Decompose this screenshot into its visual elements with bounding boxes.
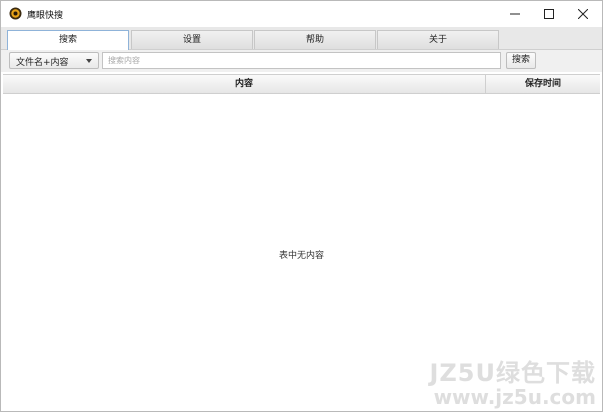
empty-table-message: 表中无内容 xyxy=(278,251,324,261)
close-button[interactable] xyxy=(566,1,600,27)
tab-bar: 搜索 设置 帮助 关于 xyxy=(1,27,602,50)
watermark: JZ5U绿色下载 www.jz5u.com xyxy=(429,361,596,407)
close-icon xyxy=(578,9,588,19)
minimize-button[interactable] xyxy=(498,1,532,27)
search-mode-value: 文件名+内容 xyxy=(16,58,69,68)
results-table-header: 内容 保存时间 xyxy=(3,74,600,94)
tab-help[interactable]: 帮助 xyxy=(254,30,376,49)
tab-search[interactable]: 搜索 xyxy=(7,30,129,50)
search-toolbar: 文件名+内容 搜索 xyxy=(1,50,602,72)
minimize-icon xyxy=(510,13,520,15)
maximize-icon xyxy=(544,9,554,19)
app-logo-icon xyxy=(9,7,22,20)
watermark-brand: JZ5U绿色下载 xyxy=(429,359,596,387)
chevron-down-icon xyxy=(86,59,92,63)
search-input[interactable] xyxy=(102,52,501,69)
watermark-url: www.jz5u.com xyxy=(433,385,596,409)
app-window: 鹰眼快搜 搜索 设置 帮助 关于 文件名+内容 搜索内容 搜索 内容 保存时间 … xyxy=(0,0,603,412)
search-mode-select[interactable]: 文件名+内容 xyxy=(9,52,99,69)
column-header-content[interactable]: 内容 xyxy=(3,75,486,93)
title-bar[interactable]: 鹰眼快搜 xyxy=(1,1,602,27)
tab-settings[interactable]: 设置 xyxy=(131,30,253,49)
maximize-button[interactable] xyxy=(532,1,566,27)
window-title: 鹰眼快搜 xyxy=(27,11,64,21)
tab-about[interactable]: 关于 xyxy=(377,30,499,49)
column-header-saved-time[interactable]: 保存时间 xyxy=(486,75,600,93)
search-button[interactable]: 搜索 xyxy=(506,52,536,69)
